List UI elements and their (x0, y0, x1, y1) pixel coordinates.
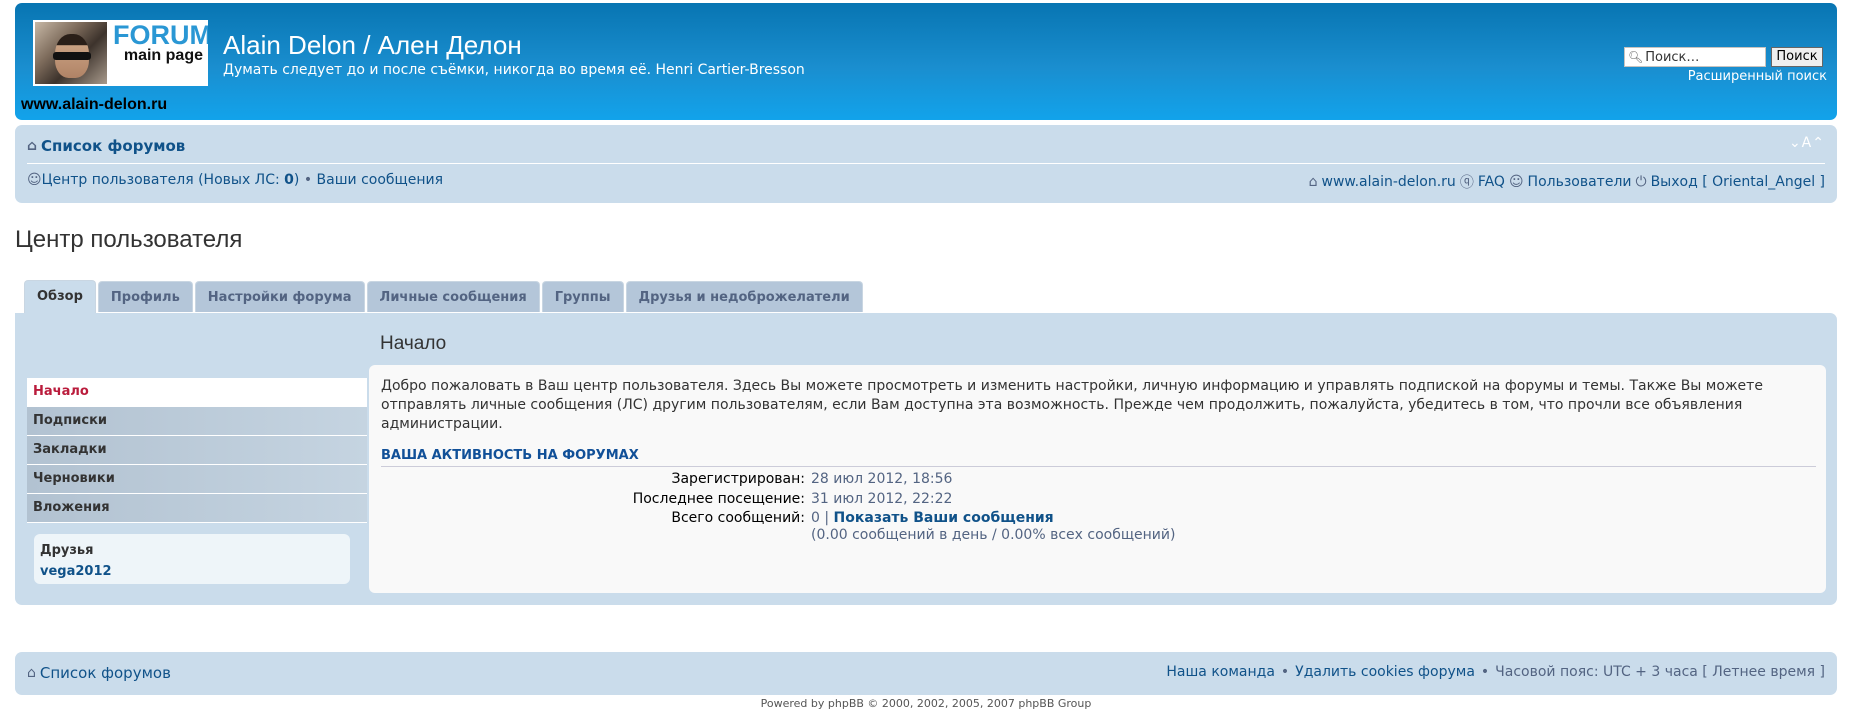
total-posts-count: 0 | (811, 510, 834, 526)
registered-label: Зарегистрирован: (671, 471, 806, 487)
logo-forum-text: FORUM (113, 20, 208, 50)
logout-icon: ⏻ (1635, 174, 1647, 190)
show-your-posts-link[interactable]: Показать Ваши сообщения (834, 510, 1054, 526)
logo-photo (35, 22, 107, 84)
copyright: Powered by phpBB © 2000, 2002, 2005, 200… (760, 697, 1092, 710)
site-logo[interactable]: FORUM main page (33, 20, 208, 86)
new-pm-count: 0 (284, 172, 294, 188)
search-icon: 🔍︎ (1628, 50, 1644, 64)
tab-board-settings[interactable]: Настройки форума (194, 281, 365, 312)
members-icon: ☺ (1508, 174, 1524, 190)
font-resize-control[interactable]: ⌄A⌃ (1789, 135, 1825, 151)
side-item-front-page[interactable]: Начало (27, 378, 367, 407)
search-button[interactable]: Поиск (1771, 47, 1823, 67)
side-item-subscriptions[interactable]: Подписки (27, 407, 367, 436)
site-link[interactable]: www.alain-delon.ru (1322, 174, 1456, 190)
last-visit-label: Последнее посещение: (632, 491, 805, 507)
tab-overview[interactable]: Обзор (24, 280, 96, 314)
navbar-right: ⌂ www.alain-delon.ru ⓠ FAQ ☺ Пользовател… (1309, 172, 1825, 192)
ucp-link[interactable]: Центр пользователя (Новых ЛС: 0) (42, 172, 300, 188)
footer-right: Наша команда • Удалить cookies форума • … (1166, 664, 1825, 680)
footer-forum-index-label: Список форумов (39, 664, 171, 682)
ucp-tabs: Обзор Профиль Настройки форума Личные со… (24, 280, 863, 314)
content-box: Добро пожаловать в Ваш центр пользовател… (369, 365, 1826, 593)
logo-sunglasses (53, 52, 91, 60)
forum-index-label: Список форумов (41, 137, 186, 155)
faq-icon: ⓠ (1459, 175, 1474, 191)
friends-box: Друзья vega2012 (34, 534, 350, 584)
nav-separator: • (299, 172, 317, 188)
side-menu: Начало Подписки Закладки Черновики Вложе… (27, 378, 367, 523)
side-item-bookmarks[interactable]: Закладки (27, 436, 367, 465)
home-icon: ⌂ (27, 138, 38, 154)
tab-private-messages[interactable]: Личные сообщения (366, 281, 540, 312)
site-title: Alain Delon / Ален Делон (223, 30, 522, 60)
site-description: Думать следует до и после съёмки, никогд… (223, 62, 805, 78)
page-title: Центр пользователя (15, 226, 243, 253)
side-item-attachments[interactable]: Вложения (27, 494, 367, 523)
friend-link[interactable]: vega2012 (40, 564, 112, 579)
home-icon: ⌂ (1308, 174, 1318, 190)
timezone-text: Часовой пояс: UTC + 3 часа [ Летнее врем… (1495, 664, 1825, 680)
footer-separator: • (1280, 664, 1290, 680)
advanced-search-link[interactable]: Расширенный поиск (1688, 69, 1827, 85)
navbar-left: ☺ Центр пользователя (Новых ЛС: 0) • Ваш… (27, 172, 443, 188)
home-icon: ⌂ (27, 665, 36, 681)
activity-heading: ВАША АКТИВНОСТЬ НА ФОРУМАХ (381, 448, 1816, 467)
welcome-text: Добро пожаловать в Ваш центр пользовател… (381, 378, 1763, 432)
post-stats: (0.00 сообщений в день / 0.00% всех сооб… (811, 527, 1176, 543)
members-link[interactable]: Пользователи (1528, 174, 1632, 190)
navbar: ⌂ Список форумов ⌄A⌃ ☺ Центр пользовател… (15, 125, 1837, 203)
ucp-label: Центр пользователя (Новых ЛС: (41, 172, 285, 188)
delete-cookies-link[interactable]: Удалить cookies форума (1295, 664, 1475, 680)
logo-main-page-text: main page (123, 47, 203, 64)
registered-row: Зарегистрирован: 28 июл 2012, 18:56 (369, 470, 1826, 490)
navbar-divider (27, 163, 1825, 164)
ucp-panel: Начало Подписки Закладки Черновики Вложе… (15, 313, 1837, 605)
team-link[interactable]: Наша команда (1166, 664, 1275, 680)
last-visit-value: 31 июл 2012, 22:22 (811, 491, 953, 507)
registered-value: 28 июл 2012, 18:56 (811, 471, 953, 487)
tab-friends-foes[interactable]: Друзья и недоброжелатели (625, 281, 863, 312)
content-title: Начало (380, 333, 447, 354)
side-item-drafts[interactable]: Черновики (27, 465, 367, 494)
search-input[interactable] (1645, 49, 1761, 65)
forum-index-link[interactable]: ⌂ Список форумов (27, 137, 185, 155)
footer: ⌂ Список форумов Наша команда • Удалить … (15, 652, 1837, 695)
your-posts-link[interactable]: Ваши сообщения (317, 172, 443, 188)
search-box: 🔍︎ (1624, 47, 1766, 67)
faq-link[interactable]: FAQ (1478, 174, 1505, 190)
footer-separator: • (1480, 664, 1490, 680)
site-url: www.alain-delon.ru (21, 96, 168, 113)
user-icon: ☺ (27, 172, 42, 188)
post-stats-row: (0.00 сообщений в день / 0.00% всех сооб… (369, 526, 1826, 546)
tab-groups[interactable]: Группы (541, 281, 624, 312)
tab-profile[interactable]: Профиль (97, 281, 193, 312)
friends-title: Друзья (40, 543, 94, 558)
logout-link[interactable]: Выход [ Oriental_Angel ] (1651, 174, 1825, 190)
site-header: FORUM main page Alain Delon / Ален Делон… (15, 3, 1837, 120)
last-visit-row: Последнее посещение: 31 июл 2012, 22:22 (369, 490, 1826, 510)
footer-forum-index-link[interactable]: ⌂ Список форумов (27, 664, 171, 682)
